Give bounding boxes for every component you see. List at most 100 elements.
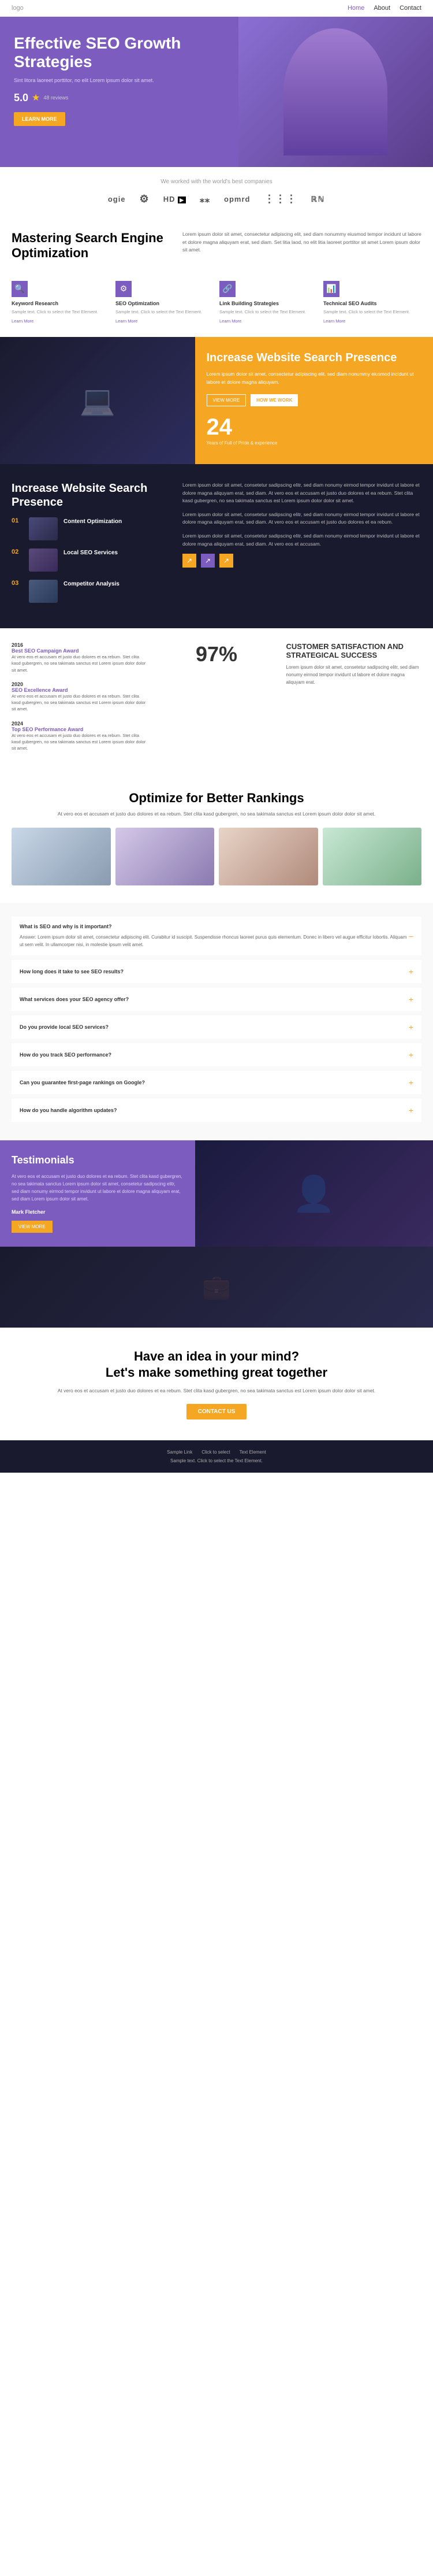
service-link-link[interactable]: Learn More (219, 318, 241, 324)
sp-right-text2: Lorem ipsum dolor sit amet, consetetur s… (182, 511, 421, 527)
navigation: logo Home About Contact (0, 0, 433, 17)
partner-logo-4: ⁎⁎ (200, 194, 210, 205)
partner-logo-2: ⚙ (140, 193, 150, 205)
increase-left-image: 💻 (0, 337, 195, 464)
service-card-keyword: 🔍 Keyword Research Sample text. Click to… (12, 281, 110, 325)
awards-success-title: CUSTOMER SATISFACTION AND STRATEGICAL SU… (286, 642, 422, 659)
hero-person-image (283, 28, 387, 155)
service-link-keyword[interactable]: Learn More (12, 318, 33, 324)
service-link-audit[interactable]: Learn More (323, 318, 345, 324)
faq-item-3[interactable]: What services does your SEO agency offer… (12, 988, 421, 1011)
faq-icon-4: + (409, 1022, 413, 1032)
increase-section: 💻 Increase Website Search Presence Lorem… (0, 337, 433, 464)
testimonials-right: 👤 (195, 1140, 433, 1246)
partner-logo-7: ℝℕ (311, 195, 325, 204)
sp-image-3 (29, 580, 58, 603)
service-card-seo: ⚙ SEO Optimization Sample text. Click to… (115, 281, 214, 325)
optimize-image-3 (219, 828, 318, 885)
award-2: 2020 SEO Excellence Award At vero eos et… (12, 681, 147, 713)
mastering-title: Mastering Search Engine Optimization (12, 231, 171, 261)
service-name-link: Link Building Strategies (219, 301, 318, 306)
award-name-3: Top SEO Performance Award (12, 727, 147, 732)
sp-item-title-2: Local SEO Services (64, 548, 118, 557)
work-section: 💼 (0, 1247, 433, 1328)
faq-icon-1: − (409, 932, 413, 941)
nav-about[interactable]: About (374, 5, 390, 12)
faq-question-6: Can you guarantee first-page rankings on… (20, 1080, 409, 1085)
faq-section: What is SEO and why is it important? Ans… (0, 903, 433, 1141)
footer-link-3[interactable]: Text Element (240, 1450, 266, 1455)
testimonials-author: Mark Fletcher (12, 1209, 184, 1215)
nav-home[interactable]: Home (348, 5, 364, 12)
service-name-seo: SEO Optimization (115, 301, 214, 306)
service-link-seo[interactable]: Learn More (115, 318, 137, 324)
footer: Sample Link Click to select Text Element… (0, 1440, 433, 1473)
faq-item-6[interactable]: Can you guarantee first-page rankings on… (12, 1071, 421, 1094)
testimonials-cta-button[interactable]: VIEW MORE (12, 1221, 53, 1233)
sp-title: Increase Website Search Presence (12, 481, 171, 509)
award-desc-2: At vero eos et accusam et justo duo dolo… (12, 693, 147, 713)
services-grid: 🔍 Keyword Research Sample text. Click to… (0, 281, 433, 337)
award-name-2: SEO Excellence Award (12, 687, 147, 693)
faq-question-2: How long does it take to see SEO results… (20, 969, 409, 974)
faq-item-4[interactable]: Do you provide local SEO services? + (12, 1015, 421, 1039)
sp-item-1: 01 Content Optimization (12, 517, 171, 540)
sp-item-3: 03 Competitor Analysis (12, 580, 171, 603)
faq-answer-1: Answer: Lorem ipsum dolor sit amet, cons… (20, 929, 409, 949)
partner-logo-5: opmrd (224, 195, 250, 203)
partners-logos: ogie ⚙ HD ▶ ⁎⁎ opmrd ⋮⋮⋮ ℝℕ (12, 193, 421, 205)
footer-link-2[interactable]: Click to select (201, 1450, 230, 1455)
mastering-right: Lorem ipsum dolor sit amet, consectetur … (182, 231, 421, 267)
service-name-audit: Technical SEO Audits (323, 301, 421, 306)
sp-arrow-icon-2[interactable]: ↗ (201, 554, 215, 568)
view-more-button[interactable]: VIEW MORE (207, 394, 247, 406)
laptop-icon: 💻 (80, 384, 115, 418)
faq-icon-3: + (409, 995, 413, 1004)
testimonials-title: Testimonials (12, 1154, 184, 1166)
optimize-description: At vero eos et accusam et justo duo dolo… (12, 810, 421, 818)
optimize-section: Optimize for Better Rankings At vero eos… (0, 773, 433, 903)
service-desc-audit: Sample text. Click to select the Text El… (323, 309, 421, 315)
sp-arrow-icon-3[interactable]: ↗ (219, 554, 233, 568)
award-3: 2024 Top SEO Performance Award At vero e… (12, 721, 147, 752)
logo: logo (12, 5, 24, 12)
faq-item-5[interactable]: How do you track SEO performance? + (12, 1043, 421, 1066)
seo-icon: ⚙ (115, 281, 132, 297)
optimize-image-2 (115, 828, 215, 885)
faq-content-3: What services does your SEO agency offer… (20, 996, 409, 1002)
service-name-keyword: Keyword Research (12, 301, 110, 306)
faq-question-1: What is SEO and why is it important? (20, 924, 409, 929)
mastering-description: Lorem ipsum dolor sit amet, consectetur … (182, 231, 421, 254)
sp-right-text3: Lorem ipsum dolor sit amet, consetetur s… (182, 532, 421, 548)
optimize-image-1 (12, 828, 111, 885)
increase-number: 24 (207, 414, 422, 440)
sp-arrow-icon-1[interactable]: ↗ (182, 554, 196, 568)
award-year-2: 2020 (12, 681, 147, 687)
hero-reviews: 48 reviews (43, 95, 68, 101)
how-we-work-button[interactable]: HOW WE WORK (251, 394, 298, 406)
sp-item-2: 02 Local SEO Services (12, 548, 171, 572)
sp-num-1: 01 (12, 517, 23, 524)
awards-left: 2016 Best SEO Campaign Award At vero eos… (12, 642, 147, 759)
hero-cta-button[interactable]: LEARN MORE (14, 112, 65, 126)
partners-title: We worked with the world's best companie… (12, 179, 421, 185)
hero-image (238, 17, 433, 167)
partner-logo-1: ogie (108, 195, 126, 203)
faq-content-1: What is SEO and why is it important? Ans… (20, 924, 409, 949)
footer-links: Sample Link Click to select Text Element (12, 1450, 421, 1455)
service-card-audit: 📊 Technical SEO Audits Sample text. Clic… (323, 281, 421, 325)
nav-contact[interactable]: Contact (400, 5, 421, 12)
footer-link-1[interactable]: Sample Link (167, 1450, 192, 1455)
award-year-3: 2024 (12, 721, 147, 727)
faq-content-5: How do you track SEO performance? (20, 1052, 409, 1058)
faq-content-2: How long does it take to see SEO results… (20, 969, 409, 974)
faq-item-1[interactable]: What is SEO and why is it important? Ans… (12, 917, 421, 956)
award-year-1: 2016 (12, 642, 147, 648)
hero-right (238, 17, 433, 167)
laptop-image: 💻 (0, 337, 195, 464)
person-icon: 👤 (292, 1173, 335, 1214)
faq-item-2[interactable]: How long does it take to see SEO results… (12, 960, 421, 983)
hero-star-icon: ★ (32, 92, 40, 103)
faq-item-7[interactable]: How do you handle algorithm updates? + (12, 1099, 421, 1122)
cta-button[interactable]: CONTACT US (186, 1404, 247, 1419)
